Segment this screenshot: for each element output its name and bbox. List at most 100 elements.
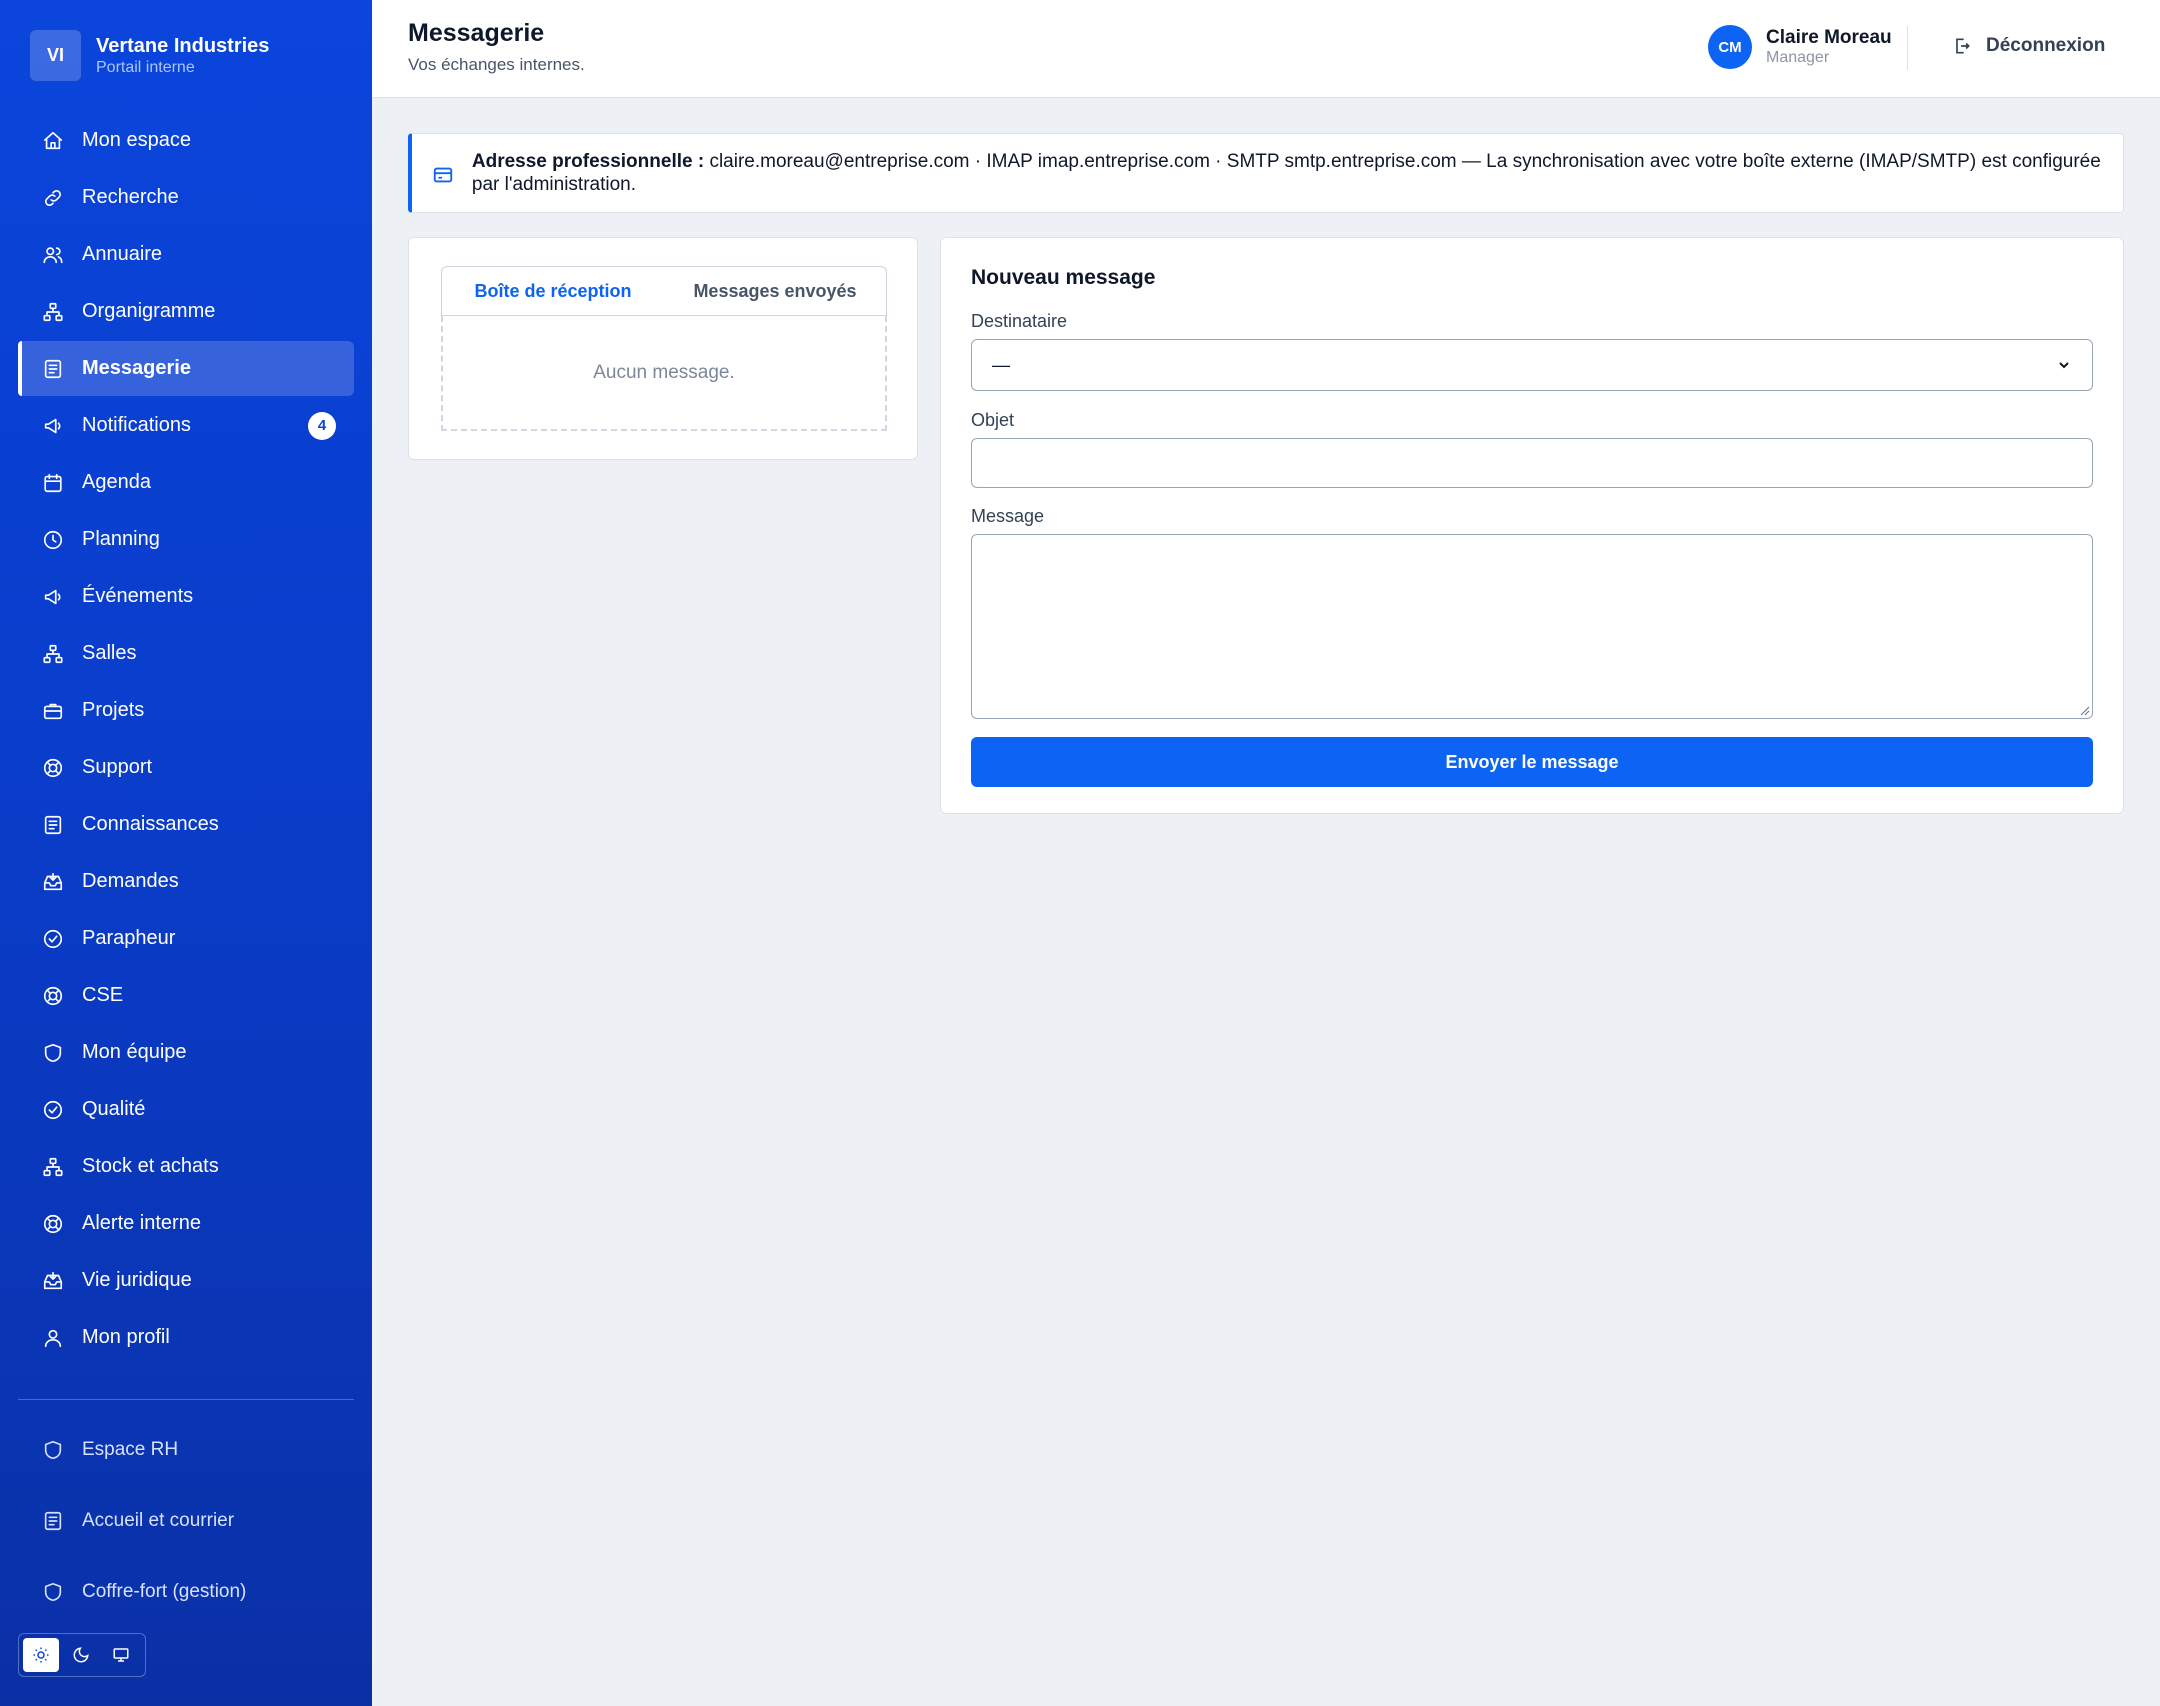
sidebar-item-evenements[interactable]: Événements	[18, 569, 354, 624]
brand-subtitle: Portail interne	[96, 58, 195, 76]
sidebar-item-icon	[42, 130, 64, 152]
sidebar-item-label: Mon profil	[82, 1326, 170, 1348]
sidebar-item-notifications[interactable]: Notifications 4	[18, 398, 354, 453]
sidebar-item-icon	[42, 1213, 64, 1235]
user-role: Manager	[1766, 48, 1830, 66]
inbox-icon	[43, 872, 63, 890]
top-header: Messagerie Vos échanges internes. CM Cla…	[372, 0, 2160, 98]
sidebar-item-organigramme[interactable]: Organigramme	[18, 284, 354, 339]
info-banner: Adresse professionnelle : claire.moreau@…	[408, 133, 2124, 213]
shield-icon	[44, 1440, 62, 1459]
sidebar-item-label: Organigramme	[82, 300, 216, 322]
sidebar-item-icon	[42, 1270, 64, 1292]
inbox-icon	[43, 1271, 63, 1289]
sidebar-item-icon	[42, 1439, 64, 1461]
sidebar-item-mon-espace[interactable]: Mon espace	[18, 113, 354, 168]
sidebar-item-coffre-fort-gestion[interactable]: Coffre-fort (gestion)	[18, 1564, 354, 1619]
sidebar-item-parapheur[interactable]: Parapheur	[18, 911, 354, 966]
sidebar-item-espace-rh[interactable]: Espace RH	[18, 1422, 354, 1477]
sidebar-item-label: Coffre-fort (gestion)	[82, 1580, 247, 1602]
sidebar: VI Vertane Industries Portail interne Mo…	[0, 0, 372, 1706]
mailbox-card: Boîte de réception Messages envoyés Aucu…	[408, 237, 918, 460]
sidebar-item-icon	[42, 814, 64, 836]
sidebar-item-icon	[42, 586, 64, 608]
lifebuoy-icon	[43, 1214, 63, 1233]
message-label: Message	[971, 506, 1045, 526]
users-icon	[43, 246, 63, 263]
sidebar-item-demandes[interactable]: Demandes	[18, 854, 354, 909]
sidebar-item-label: Accueil et courrier	[82, 1509, 235, 1531]
sidebar-item-label: Support	[82, 756, 153, 778]
sidebar-item-planning[interactable]: Planning	[18, 512, 354, 567]
check-circle-icon	[43, 929, 63, 948]
sidebar-admin-nav: Espace RH Accueil et courrier Coffre-fort …	[18, 1422, 354, 1635]
theme-light-button[interactable]	[23, 1638, 59, 1672]
notification-badge: 4	[308, 411, 336, 440]
sidebar-item-projets[interactable]: Projets	[18, 683, 354, 738]
org-chart-icon	[43, 1157, 63, 1176]
sidebar-item-cse[interactable]: CSE	[18, 968, 354, 1023]
sidebar-item-connaissances[interactable]: Connaissances	[18, 797, 354, 852]
sidebar-item-support[interactable]: Support	[18, 740, 354, 795]
sidebar-item-label: Planning	[82, 528, 160, 550]
sidebar-item-icon	[42, 700, 64, 722]
sidebar-item-recherche[interactable]: Recherche	[18, 170, 354, 225]
compose-title: Nouveau message	[971, 266, 1156, 289]
calendar-icon	[44, 473, 62, 492]
sidebar-item-mon-profil[interactable]: Mon profil	[18, 1310, 354, 1365]
sidebar-item-vie-juridique[interactable]: Vie juridique	[18, 1253, 354, 1308]
sidebar-item-label: CSE	[82, 984, 124, 1006]
monitor-icon	[113, 1648, 129, 1662]
sidebar-item-messagerie[interactable]: Messagerie	[18, 341, 354, 396]
sidebar-item-icon	[42, 472, 64, 494]
logout-button[interactable]: Déconnexion	[1952, 35, 2105, 57]
sidebar-item-label: Messagerie	[82, 357, 191, 379]
sidebar-item-icon	[42, 529, 64, 551]
tab-inbox[interactable]: Boîte de réception	[442, 267, 664, 315]
sidebar-item-label: Connaissances	[82, 813, 219, 835]
tab-sent[interactable]: Messages envoyés	[664, 267, 886, 315]
sidebar-item-icon	[42, 928, 64, 950]
theme-dark-button[interactable]	[63, 1638, 99, 1672]
banner-details: claire.moreau@entreprise.com · IMAP imap…	[471, 151, 2101, 195]
sidebar-item-icon	[42, 244, 64, 266]
sidebar-item-salles[interactable]: Salles	[18, 626, 354, 681]
sidebar-item-label: Espace RH	[82, 1438, 179, 1460]
sidebar-item-label: Vie juridique	[82, 1269, 192, 1291]
sidebar-item-label: Projets	[82, 699, 145, 721]
theme-system-button[interactable]	[103, 1638, 139, 1672]
sidebar-item-accueil-et-courrier[interactable]: Accueil et courrier	[18, 1493, 354, 1548]
message-textarea[interactable]	[971, 534, 2093, 719]
sidebar-item-qualite[interactable]: Qualité	[18, 1082, 354, 1137]
sidebar-item-label: Stock et achats	[82, 1155, 219, 1177]
sidebar-nav: Mon espace Recherche Annuaire Organigramme M…	[18, 113, 354, 1367]
sidebar-item-label: Agenda	[82, 471, 151, 493]
megaphone-icon	[44, 418, 61, 433]
brand-logo: VI	[30, 30, 81, 81]
sidebar-item-label: Qualité	[82, 1098, 146, 1120]
shield-icon	[44, 1582, 62, 1601]
sidebar-item-mon-equipe[interactable]: Mon équipe	[18, 1025, 354, 1080]
org-chart-icon	[43, 302, 63, 321]
briefcase-icon	[43, 703, 63, 719]
sidebar-item-icon	[42, 871, 64, 893]
sidebar-item-agenda[interactable]: Agenda	[18, 455, 354, 510]
subject-input[interactable]	[971, 438, 2093, 488]
document-icon	[44, 815, 62, 834]
sidebar-item-icon	[42, 643, 64, 665]
resize-handle-icon[interactable]	[2078, 704, 2090, 716]
sidebar-item-icon	[42, 1099, 64, 1121]
sidebar-item-alerte-interne[interactable]: Alerte interne	[18, 1196, 354, 1251]
sidebar-item-annuaire[interactable]: Annuaire	[18, 227, 354, 282]
banner-text: Adresse professionnelle : claire.moreau@…	[472, 150, 2103, 196]
sidebar-item-stock-et-achats[interactable]: Stock et achats	[18, 1139, 354, 1194]
card-icon	[433, 167, 453, 183]
sidebar-item-icon	[42, 187, 64, 209]
send-button[interactable]: Envoyer le message	[971, 737, 2093, 787]
check-circle-icon	[43, 1100, 63, 1119]
user-menu[interactable]: CM Claire Moreau Manager	[1708, 25, 1892, 69]
recipient-select[interactable]: —	[971, 339, 2093, 391]
document-icon	[44, 1511, 62, 1530]
page-title: Messagerie	[408, 19, 545, 47]
sidebar-item-icon	[42, 1510, 64, 1532]
